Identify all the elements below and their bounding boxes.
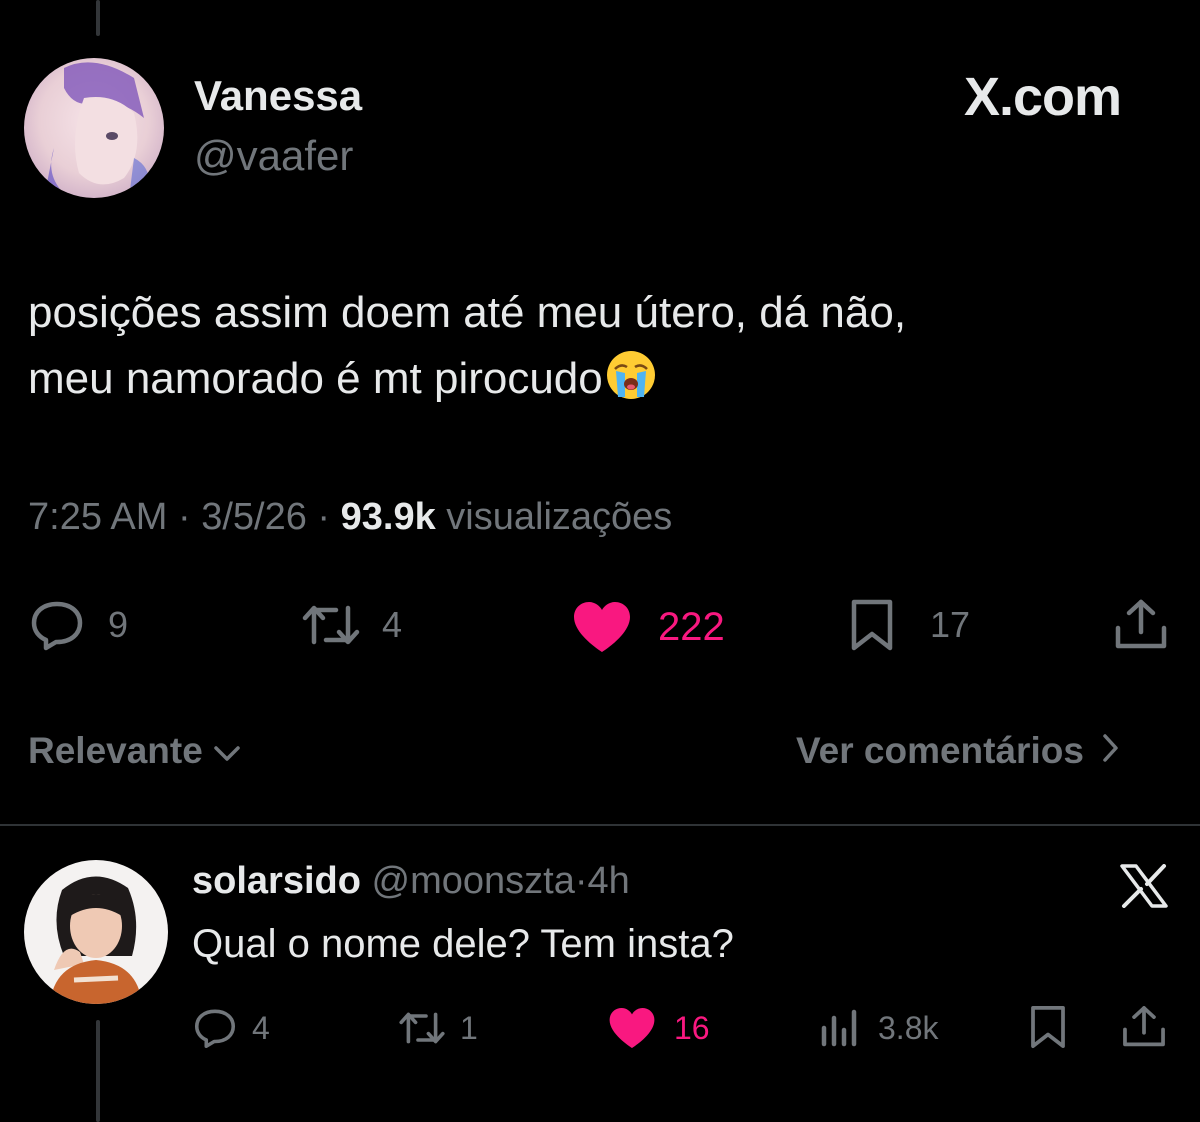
- bookmark-count: 17: [930, 604, 971, 645]
- meta-separator-1: ·: [177, 496, 191, 538]
- like-count: 222: [658, 604, 725, 649]
- tweet-date[interactable]: 3/5/26: [201, 496, 307, 538]
- x-logo-icon[interactable]: [1120, 864, 1168, 913]
- tweet-text-line-2-content: meu namorado é mt pirocudo: [28, 354, 603, 403]
- share-button[interactable]: [1112, 598, 1170, 652]
- tweet-text: posições assim doem até meu útero, dá nã…: [28, 280, 1148, 420]
- reply-repost-count: 1: [460, 1009, 478, 1046]
- analytics-bars-icon: [820, 1008, 862, 1048]
- reply-reply-count: 4: [252, 1009, 270, 1046]
- repost-icon: [300, 600, 362, 650]
- reply-separator: ·: [574, 860, 588, 902]
- bookmark-icon: [848, 598, 896, 652]
- author-handle[interactable]: @vaafer: [194, 132, 353, 180]
- share-icon: [1112, 598, 1170, 652]
- heart-filled-icon: [608, 1006, 656, 1050]
- reply-bubble-icon: [192, 1006, 238, 1050]
- bookmark-icon: [1028, 1004, 1068, 1050]
- chevron-right-icon: [1100, 730, 1120, 772]
- views-label: visualizações: [446, 496, 673, 538]
- share-icon: [1120, 1004, 1168, 1050]
- reply-views-button[interactable]: 3.8k: [820, 1008, 938, 1048]
- brand-x-com: X.com: [964, 67, 1122, 127]
- reply-like-button[interactable]: 16: [608, 1006, 710, 1050]
- reply-repost-button[interactable]: 1: [396, 1008, 478, 1048]
- reply-bubble-icon: [28, 598, 86, 652]
- tweet-time[interactable]: 7:25 AM: [28, 496, 167, 538]
- reply-bookmark-button[interactable]: [1028, 1004, 1068, 1050]
- chevron-down-icon: [213, 730, 241, 772]
- repost-button[interactable]: 4: [300, 600, 402, 650]
- tweet-text-line-2: meu namorado é mt pirocudo: [28, 346, 1148, 420]
- repost-count: 4: [382, 604, 403, 645]
- sort-label: Relevante: [28, 730, 203, 771]
- tweet-text-line-1: posições assim doem até meu útero, dá nã…: [28, 288, 907, 337]
- heart-filled-icon: [572, 600, 632, 654]
- thread-connector-top: [96, 0, 100, 36]
- bookmark-button[interactable]: 17: [848, 598, 970, 652]
- reply-display-name[interactable]: solarsido: [192, 860, 361, 902]
- section-divider: [0, 824, 1200, 826]
- reply-handle[interactable]: @moonszta: [372, 860, 575, 902]
- tweet-meta: 7:25 AM · 3/5/26 · 93.9k visualizações: [28, 496, 672, 539]
- reply-age[interactable]: 4h: [588, 860, 630, 902]
- reply-text: Qual o nome dele? Tem insta?: [192, 922, 734, 966]
- avatar-solarsido[interactable]: [24, 860, 168, 1004]
- reply-count: 9: [108, 604, 129, 645]
- view-comments-label: Ver comentários: [796, 730, 1084, 771]
- meta-separator-2: ·: [317, 496, 331, 538]
- thread-connector-bottom: [96, 1020, 100, 1122]
- reply-views-count: 3.8k: [878, 1009, 939, 1046]
- reply-share-button[interactable]: [1120, 1004, 1168, 1050]
- reply-header: solarsido @moonszta·4h: [192, 860, 630, 903]
- reply-reply-button[interactable]: 4: [192, 1006, 270, 1050]
- repost-icon: [396, 1008, 448, 1048]
- author-display-name[interactable]: Vanessa: [194, 72, 362, 120]
- crying-face-icon: [605, 349, 657, 420]
- reply-like-count: 16: [674, 1009, 710, 1046]
- views-count: 93.9k: [340, 496, 436, 538]
- sort-relevance-dropdown[interactable]: Relevante: [28, 730, 241, 772]
- avatar-vanessa[interactable]: [24, 58, 164, 198]
- like-button[interactable]: 222: [572, 600, 725, 654]
- reply-button[interactable]: 9: [28, 598, 128, 652]
- view-comments-link[interactable]: Ver comentários: [796, 730, 1120, 772]
